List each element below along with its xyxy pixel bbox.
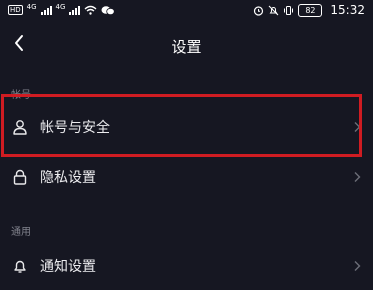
alarm-icon (254, 5, 264, 16)
vibrate-icon (284, 5, 294, 15)
settings-item-label: 通知设置 (40, 259, 96, 275)
chat-app-icon (101, 5, 116, 15)
section-label-general: 通用 (11, 227, 31, 238)
settings-item-privacy[interactable]: 隐私设置 (0, 153, 373, 201)
chevron-right-icon (354, 172, 361, 182)
settings-item-notifications[interactable]: 通知设置 (0, 242, 373, 290)
signal-icon (40, 5, 52, 15)
bell-off-icon (269, 5, 279, 15)
status-left: HD 4G 4G (8, 2, 116, 16)
status-right: 82 15:32 (253, 3, 365, 17)
settings-item-label: 隐私设置 (40, 170, 96, 186)
highlight-box (1, 94, 362, 157)
network-type-1: 4G (26, 2, 37, 11)
header: 设置 (0, 22, 373, 66)
bell-icon (14, 260, 26, 273)
battery-indicator: 82 (298, 3, 323, 17)
status-bar: HD 4G 4G 82 15:32 (0, 0, 373, 20)
signal-icon (69, 5, 81, 15)
hd-badge: HD (8, 5, 23, 15)
wifi-icon (84, 5, 97, 15)
chevron-right-icon (354, 261, 361, 271)
lock-icon (13, 169, 27, 185)
page-title: 设置 (171, 38, 202, 56)
network-type-2: 4G (55, 2, 66, 11)
status-time: 15:32 (330, 3, 365, 17)
